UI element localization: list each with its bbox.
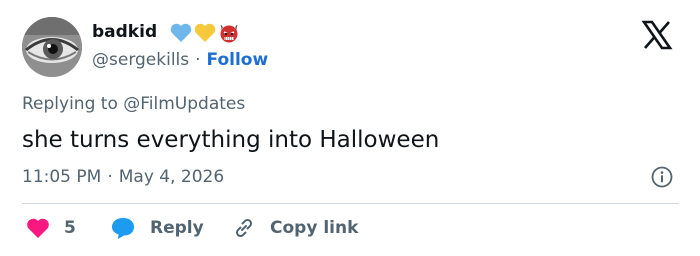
blue-heart-icon <box>170 23 192 42</box>
reply-button[interactable]: Reply <box>110 216 204 240</box>
divider <box>22 203 679 204</box>
like-button[interactable]: 5 <box>26 216 76 240</box>
eye-avatar-image <box>22 17 82 77</box>
heart-icon <box>27 218 49 238</box>
tweet-date: May 4, 2026 <box>118 167 225 187</box>
timestamp-separator: · <box>107 167 113 187</box>
author-handle[interactable]: @sergekills <box>92 48 189 72</box>
info-icon[interactable] <box>651 166 673 188</box>
yellow-heart-icon <box>194 23 216 42</box>
avatar[interactable] <box>22 17 82 77</box>
author-handle-row: @sergekills · Follow <box>92 48 268 72</box>
tweet-time: 11:05 PM <box>22 167 102 187</box>
speech-bubble-icon <box>112 218 134 239</box>
replying-to-text: Replying to @FilmUpdates <box>22 94 246 114</box>
like-count: 5 <box>64 218 76 238</box>
ogre-mask-icon <box>220 24 238 43</box>
copy-link-label: Copy link <box>270 218 359 238</box>
separator-dot: · <box>195 50 201 70</box>
tweet-timestamp[interactable]: 11:05 PM · May 4, 2026 <box>22 165 224 189</box>
reply-label: Reply <box>150 218 204 238</box>
copy-link-button[interactable]: Copy link <box>232 216 358 240</box>
x-logo-icon[interactable] <box>640 18 674 52</box>
author-emoji-badges <box>170 21 240 45</box>
link-icon <box>235 218 253 238</box>
follow-button[interactable]: Follow <box>207 48 269 72</box>
tweet-text: she turns everything into Halloween <box>22 127 440 153</box>
author-name[interactable]: badkid <box>92 21 157 43</box>
